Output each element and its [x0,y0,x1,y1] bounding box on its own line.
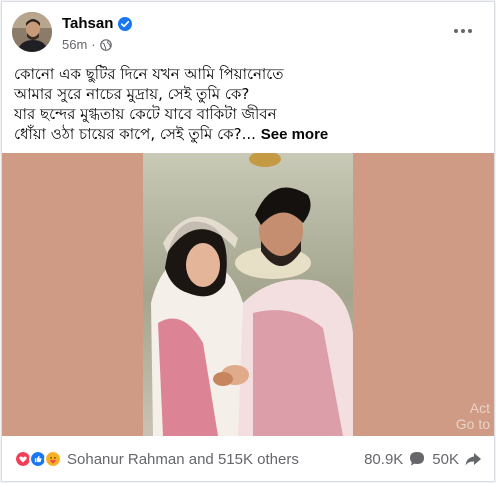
reaction-bar: Sohanur Rahman and 515K others 80.9K 50K [2,436,494,481]
post-media[interactable]: Act Go to [2,153,494,436]
author-name-row: Tahsan [62,15,133,32]
activation-watermark: Act Go to [456,400,490,432]
more-options-dot [468,29,472,33]
more-options-dot [461,29,465,33]
post-time[interactable]: 56m [62,37,87,52]
post-text: কোনো এক ছুটির দিনে যখন আমি পিয়ানোতে আমা… [14,64,484,145]
post-text-line: আমার সুরে নাচের মুদ্রায়, সেই তুমি কে? [14,85,250,103]
comment-icon [410,452,425,466]
watermark-line: Act [469,400,490,416]
comments-count-button[interactable]: 80.9K [364,450,426,468]
shares-count-button[interactable]: 50K [432,450,482,468]
shares-count: 50K [432,450,459,468]
author-name[interactable]: Tahsan [62,15,113,32]
author-avatar[interactable] [12,12,52,52]
post-card: Tahsan 56m · কোনো এক ছুটির দিনে যখন আমি … [1,1,495,482]
post-header: Tahsan 56m · [2,2,494,58]
post-photo[interactable] [143,153,353,436]
reaction-summary[interactable]: Sohanur Rahman and 515K others [67,451,299,468]
more-options-button[interactable] [450,18,476,44]
avatar-image [12,12,52,52]
post-meta: 56m · [62,37,112,52]
post-text-line: ধোঁয়া ওঠা চায়ের কাপে, সেই তুমি কে?... [14,125,256,143]
engagement-stats: 80.9K 50K [364,450,482,468]
reaction-icons[interactable]: Sohanur Rahman and 515K others [14,450,299,468]
share-icon [465,453,481,466]
verified-badge-icon [118,16,133,31]
post-text-line: যার ছন্দের মুগ্ধতায় কেটে যাবে বাকিটা জী… [14,105,277,123]
care-react-icon [44,450,62,468]
globe-icon[interactable] [99,38,112,51]
watermark-line: Go to [455,416,490,432]
see-more-link[interactable]: See more [261,126,329,143]
post-text-line: কোনো এক ছুটির দিনে যখন আমি পিয়ানোতে [14,65,284,83]
meta-separator: · [91,37,96,52]
couple-photo [143,153,353,436]
post-text-line-last: ধোঁয়া ওঠা চায়ের কাপে, সেই তুমি কে?... … [14,124,484,145]
more-options-icon [454,29,458,33]
comments-count: 80.9K [364,450,404,468]
